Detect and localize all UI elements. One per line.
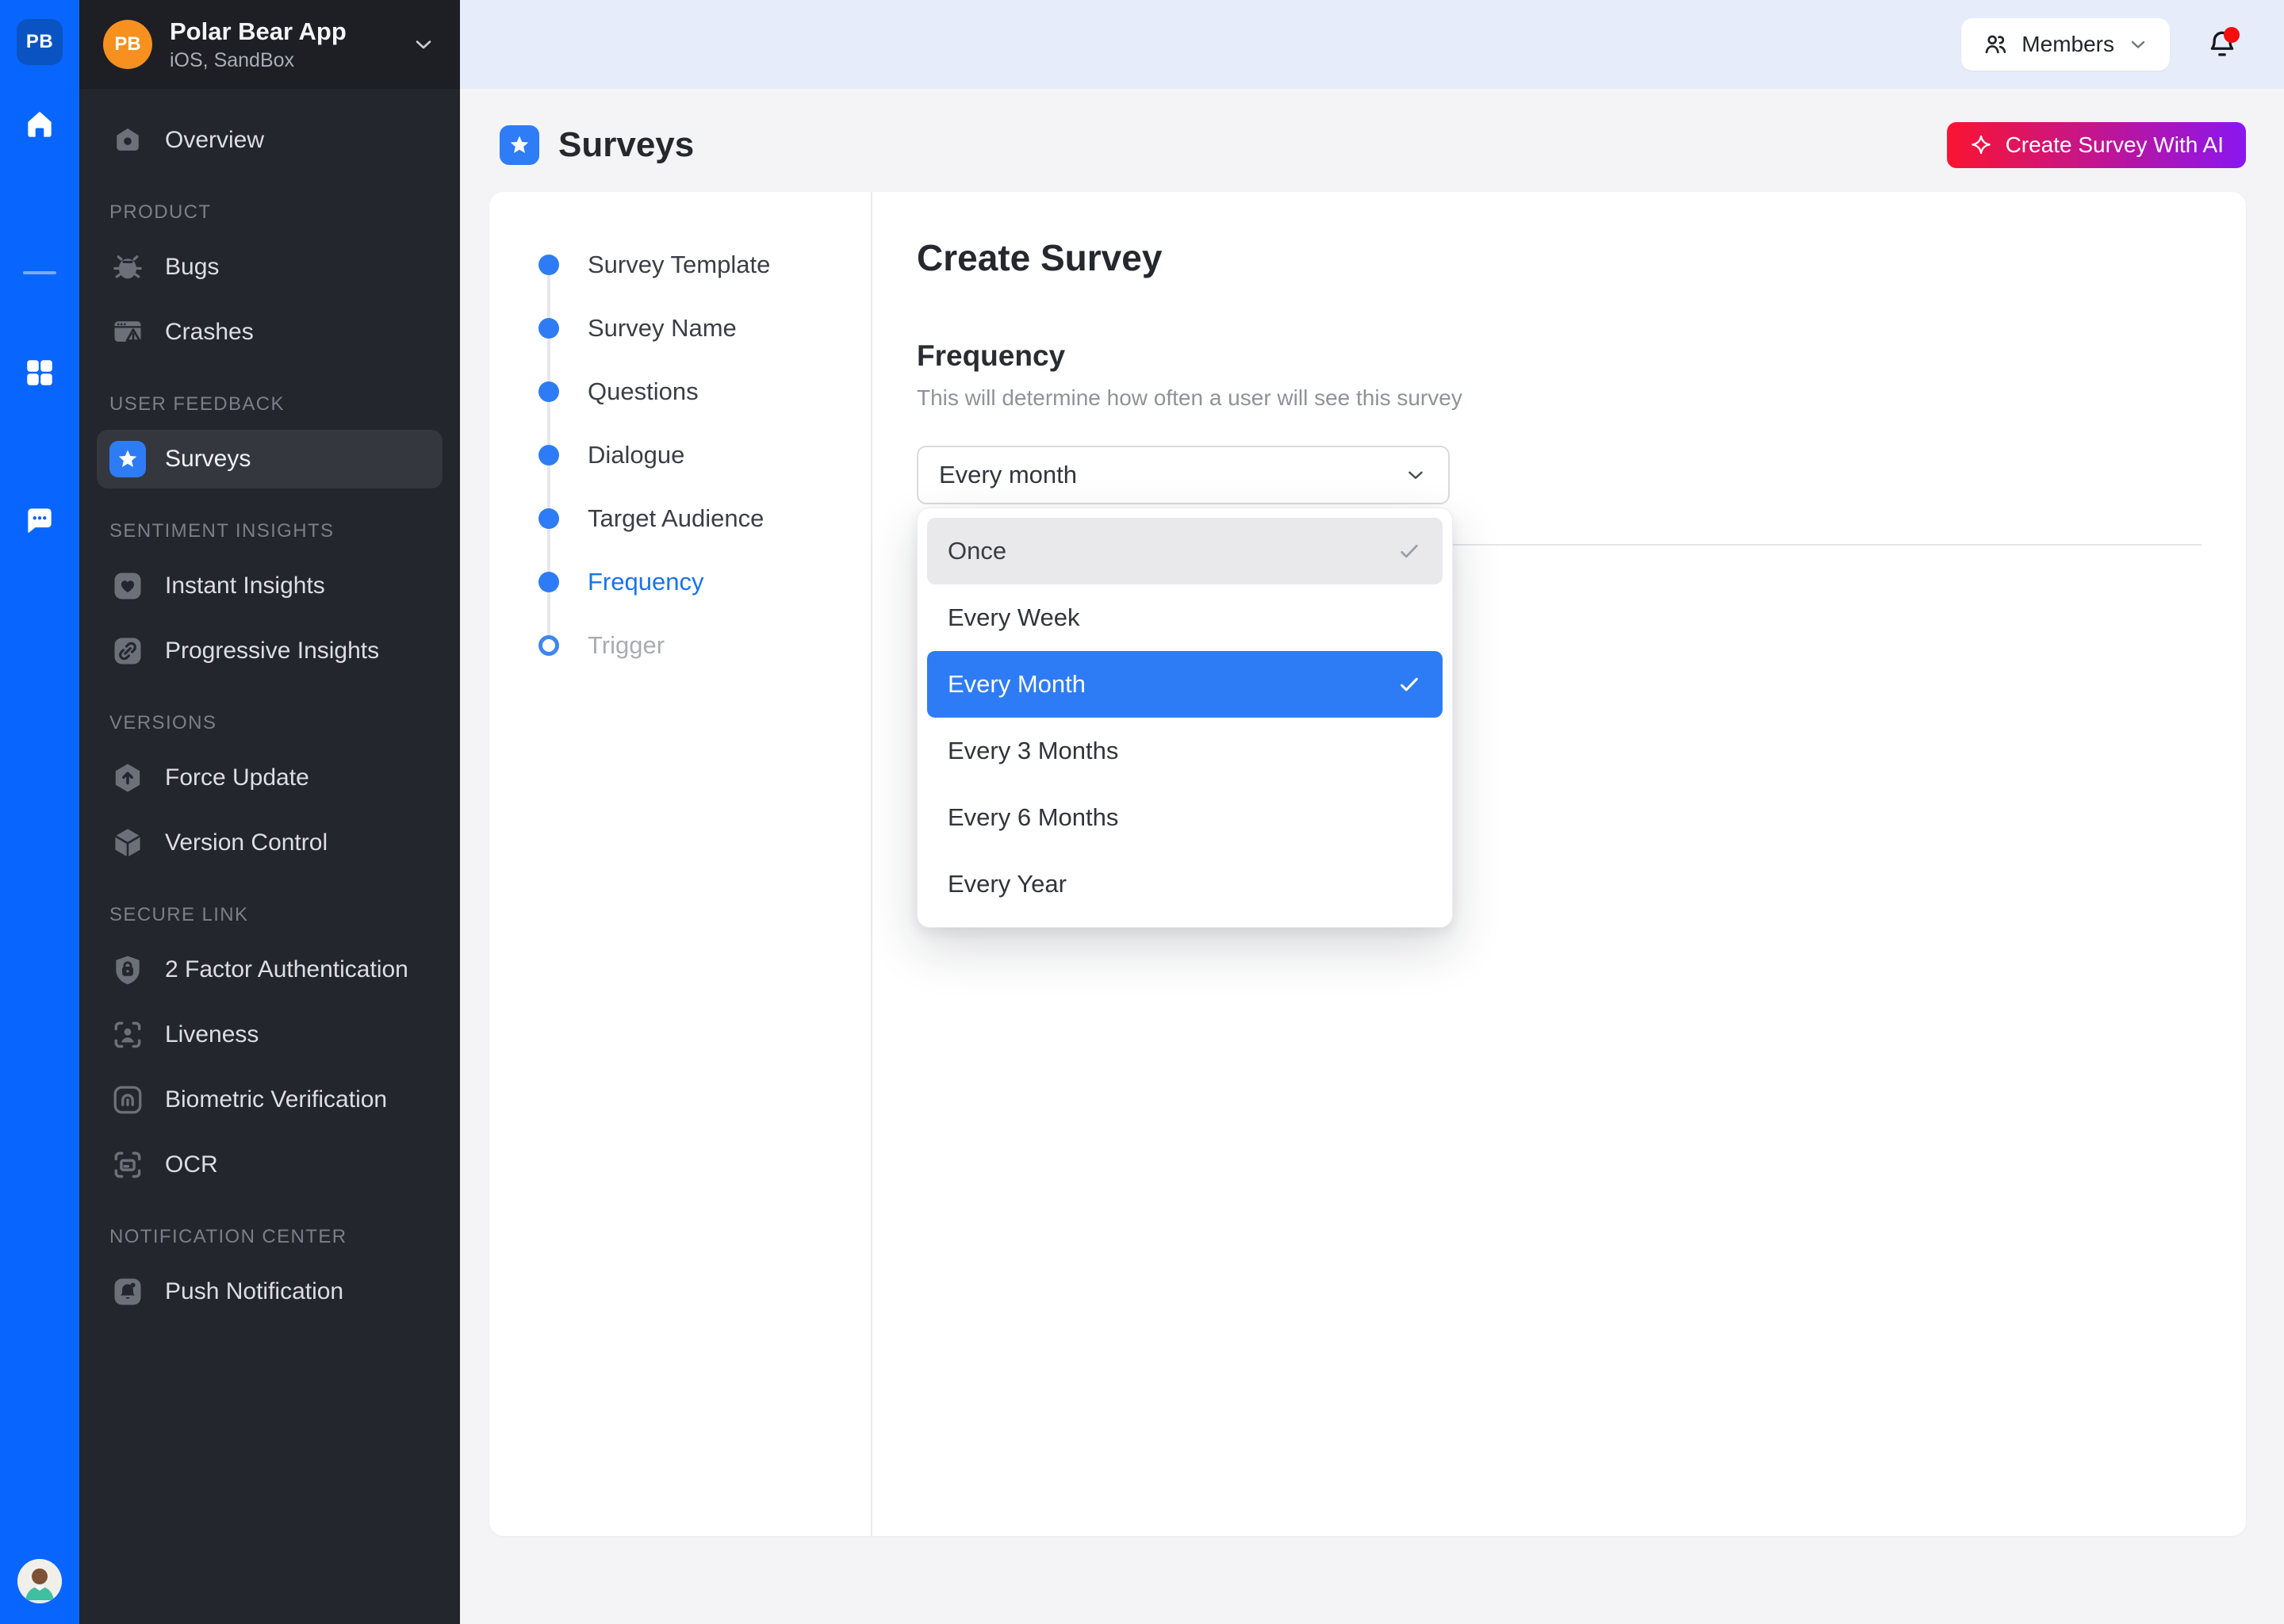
check-icon [1397,538,1422,564]
step-frequency[interactable]: Frequency [538,550,871,614]
crash-window-icon [109,314,146,350]
step-content: Create Survey Frequency This will determ… [872,192,2246,1536]
create-survey-ai-button[interactable]: Create Survey With AI [1947,122,2246,168]
sidebar-item-2fa[interactable]: 2 Factor Authentication [97,940,443,999]
sidebar-item-progressive-insights[interactable]: Progressive Insights [97,622,443,680]
members-label: Members [2021,32,2114,57]
cube-icon [109,825,146,861]
sidebar-item-push-notification[interactable]: Push Notification [97,1262,443,1321]
notifications-bell-icon[interactable] [2203,25,2241,63]
surveys-star-icon [109,441,146,477]
link-square-icon [109,633,146,669]
user-avatar[interactable] [17,1559,62,1603]
sidebar: PB Polar Bear App iOS, SandBox Overview … [79,0,460,1624]
fingerprint-icon [109,1082,146,1118]
page-header: Surveys Create Survey With AI [460,89,2284,168]
members-button[interactable]: Members [1961,18,2170,71]
option-every-3-months[interactable]: Every 3 Months [927,718,1443,784]
sidebar-item-liveness[interactable]: Liveness [97,1005,443,1064]
section-secure-link: SECURE LINK [109,904,430,926]
hexagon-upload-icon [109,760,146,796]
shield-lock-icon [109,952,146,988]
chat-icon[interactable] [21,501,59,539]
option-every-month[interactable]: Every Month [927,651,1443,718]
notification-dot [2224,27,2240,43]
home-icon[interactable] [21,106,59,144]
app-name: Polar Bear App [170,17,347,46]
overview-icon [109,122,146,159]
frequency-select-value: Every month [939,461,1077,489]
section-notification-center: NOTIFICATION CENTER [109,1226,430,1248]
step-dot [538,445,559,465]
survey-stepper: Survey Template Survey Name Questions Di… [489,192,872,1536]
option-every-week[interactable]: Every Week [927,584,1443,651]
sidebar-item-version-control[interactable]: Version Control [97,814,443,872]
app-rail: PB [0,0,79,1624]
option-every-year[interactable]: Every Year [927,851,1443,917]
step-survey-template[interactable]: Survey Template [538,233,871,297]
frequency-dropdown: Once Every Week Every Month Every 3 [917,508,1453,928]
sidebar-item-surveys[interactable]: Surveys [97,430,443,488]
step-survey-name[interactable]: Survey Name [538,297,871,360]
topbar: Members [460,0,2284,89]
panel-title: Create Survey [917,236,2202,279]
apps-grid-icon[interactable] [21,354,59,392]
sidebar-item-ocr[interactable]: OCR [97,1136,443,1194]
frequency-section-description: This will determine how often a user wil… [917,385,2202,411]
chevron-down-icon [1404,463,1428,487]
create-survey-ai-label: Create Survey With AI [2006,132,2224,158]
step-trigger[interactable]: Trigger [538,614,871,677]
app-meta: iOS, SandBox [170,49,347,72]
sidebar-nav: Overview PRODUCT Bugs Crashes USER FEEDB… [79,89,460,1624]
option-every-6-months[interactable]: Every 6 Months [927,784,1443,851]
sidebar-item-bugs[interactable]: Bugs [97,238,443,297]
sparkle-icon [1969,133,1993,157]
check-icon [1397,672,1422,697]
bug-icon [109,249,146,285]
step-dot [538,572,559,592]
step-dot [538,381,559,402]
members-icon [1982,31,2009,58]
section-versions: VERSIONS [109,712,430,734]
create-survey-card: Survey Template Survey Name Questions Di… [489,192,2246,1536]
step-dot [538,508,559,529]
main-area: Members Surveys Create Survey With AI [460,0,2284,1624]
chevron-down-icon [2127,33,2149,56]
step-dialogue[interactable]: Dialogue [538,423,871,487]
frequency-section-title: Frequency [917,339,2202,373]
workspace-logo[interactable]: PB [17,19,63,65]
card-scan-icon [109,1147,146,1183]
surveys-page-icon [500,125,539,165]
step-target-audience[interactable]: Target Audience [538,487,871,550]
sidebar-item-instant-insights[interactable]: Instant Insights [97,557,443,615]
step-dot [538,255,559,275]
step-dot [538,635,559,656]
sidebar-item-biometric-verification[interactable]: Biometric Verification [97,1071,443,1129]
bell-square-icon [109,1274,146,1310]
app-avatar: PB [103,20,152,69]
rail-divider [23,271,56,274]
heart-square-icon [109,568,146,604]
app-switcher[interactable]: PB Polar Bear App iOS, SandBox [79,0,460,89]
face-scan-icon [109,1017,146,1053]
chevron-down-icon [411,32,436,57]
section-sentiment-insights: SENTIMENT INSIGHTS [109,520,430,542]
sidebar-item-crashes[interactable]: Crashes [97,303,443,362]
page-title: Surveys [558,125,694,165]
sidebar-item-force-update[interactable]: Force Update [97,749,443,807]
sidebar-item-overview[interactable]: Overview [97,111,443,170]
step-questions[interactable]: Questions [538,360,871,423]
section-product: PRODUCT [109,201,430,224]
section-user-feedback: USER FEEDBACK [109,393,430,416]
step-dot [538,318,559,339]
option-once[interactable]: Once [927,518,1443,584]
frequency-select[interactable]: Every month [917,446,1450,504]
